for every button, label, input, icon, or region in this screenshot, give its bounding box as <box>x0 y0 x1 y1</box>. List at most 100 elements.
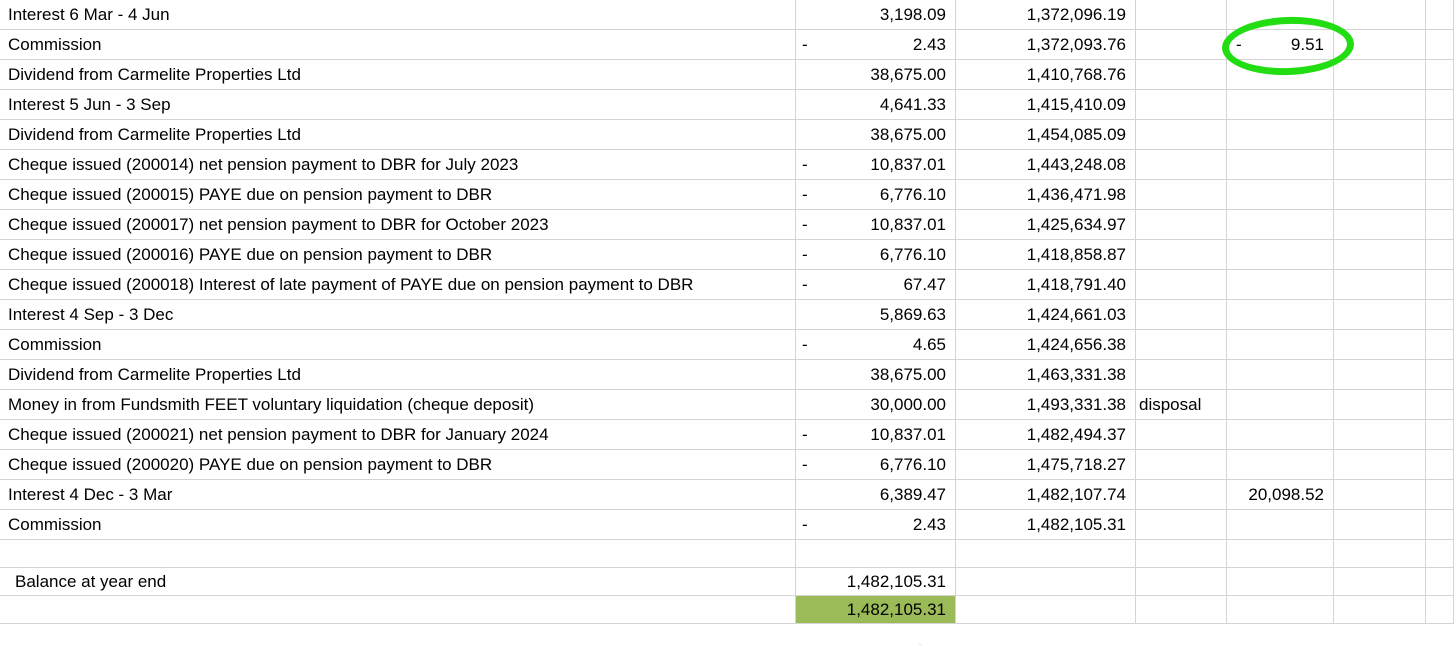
description-cell[interactable]: Dividend from Carmelite Properties Ltd <box>0 60 796 90</box>
note-cell[interactable] <box>1136 510 1227 540</box>
extra-cell[interactable] <box>1227 450 1334 480</box>
amount-cell[interactable]: 4,641.33 <box>796 90 956 120</box>
note-cell[interactable] <box>1136 300 1227 330</box>
cell[interactable] <box>1136 568 1227 596</box>
description-cell[interactable]: Commission <box>0 30 796 60</box>
description-cell[interactable]: Money in from Fundsmith FEET voluntary l… <box>0 390 796 420</box>
cell[interactable] <box>0 540 796 568</box>
amount-cell[interactable]: - 4.65 <box>796 330 956 360</box>
description-cell[interactable]: Cheque issued (200020) PAYE due on pensi… <box>0 450 796 480</box>
cell[interactable] <box>1334 510 1426 540</box>
cell[interactable] <box>1426 240 1454 270</box>
extra-cell[interactable]: - 9.51 <box>1227 30 1334 60</box>
balance-cell[interactable]: 1,436,471.98 <box>956 180 1136 210</box>
balance-cell[interactable]: 1,415,410.09 <box>956 90 1136 120</box>
cell[interactable] <box>1227 540 1334 568</box>
cell[interactable] <box>1334 480 1426 510</box>
cell[interactable] <box>1426 510 1454 540</box>
extra-cell[interactable] <box>1227 360 1334 390</box>
balance-cell[interactable]: 1,443,248.08 <box>956 150 1136 180</box>
cell[interactable] <box>1426 150 1454 180</box>
cell[interactable] <box>1426 330 1454 360</box>
cell[interactable] <box>956 596 1136 624</box>
extra-cell[interactable] <box>1227 510 1334 540</box>
description-cell[interactable]: Cheque issued (200021) net pension payme… <box>0 420 796 450</box>
extra-cell[interactable] <box>1227 120 1334 150</box>
description-cell[interactable]: Commission <box>0 510 796 540</box>
balance-cell[interactable]: 1,418,858.87 <box>956 240 1136 270</box>
extra-cell[interactable] <box>1227 330 1334 360</box>
extra-cell[interactable] <box>1227 420 1334 450</box>
cell[interactable] <box>1136 596 1227 624</box>
cell[interactable] <box>1426 360 1454 390</box>
note-cell[interactable] <box>1136 0 1227 30</box>
balance-cell[interactable]: 1,463,331.38 <box>956 360 1136 390</box>
note-cell[interactable] <box>1136 360 1227 390</box>
cell[interactable] <box>1426 210 1454 240</box>
cell[interactable] <box>1334 390 1426 420</box>
balance-cell[interactable]: 1,424,661.03 <box>956 300 1136 330</box>
note-cell[interactable] <box>1136 180 1227 210</box>
amount-cell[interactable]: - 6,776.10 <box>796 450 956 480</box>
amount-cell[interactable]: 3,198.09 <box>796 0 956 30</box>
note-cell[interactable] <box>1136 30 1227 60</box>
cell[interactable] <box>1334 90 1426 120</box>
balance-cell[interactable]: 1,372,093.76 <box>956 30 1136 60</box>
extra-cell[interactable] <box>1227 390 1334 420</box>
extra-cell[interactable] <box>1227 240 1334 270</box>
note-cell[interactable] <box>1136 210 1227 240</box>
description-cell[interactable]: Cheque issued (200018) Interest of late … <box>0 270 796 300</box>
amount-cell[interactable]: 30,000.00 <box>796 390 956 420</box>
balance-cell[interactable]: 1,418,791.40 <box>956 270 1136 300</box>
extra-cell[interactable] <box>1227 0 1334 30</box>
balance-cell[interactable]: 1,482,105.31 <box>956 510 1136 540</box>
balance-cell[interactable]: 1,493,331.38 <box>956 390 1136 420</box>
cell[interactable] <box>1426 450 1454 480</box>
description-cell[interactable]: Cheque issued (200014) net pension payme… <box>0 150 796 180</box>
cell[interactable] <box>1426 60 1454 90</box>
cell[interactable] <box>1334 330 1426 360</box>
amount-cell[interactable]: 5,869.63 <box>796 300 956 330</box>
cell[interactable] <box>1426 30 1454 60</box>
extra-cell[interactable] <box>1227 270 1334 300</box>
cell[interactable] <box>1334 420 1426 450</box>
cell[interactable] <box>1426 420 1454 450</box>
amount-cell[interactable]: - 2.43 <box>796 510 956 540</box>
cell[interactable] <box>1334 300 1426 330</box>
cell[interactable] <box>1426 480 1454 510</box>
cell[interactable] <box>1334 270 1426 300</box>
cell[interactable] <box>1334 60 1426 90</box>
cell[interactable] <box>1426 0 1454 30</box>
cell[interactable] <box>1334 596 1426 624</box>
cell[interactable] <box>1334 30 1426 60</box>
note-cell[interactable] <box>1136 120 1227 150</box>
cell[interactable] <box>1334 180 1426 210</box>
cell[interactable] <box>1426 120 1454 150</box>
extra-cell[interactable] <box>1227 60 1334 90</box>
note-cell[interactable] <box>1136 480 1227 510</box>
balance-cell[interactable]: 1,482,107.74 <box>956 480 1136 510</box>
note-cell[interactable] <box>1136 420 1227 450</box>
note-cell[interactable] <box>1136 60 1227 90</box>
description-cell[interactable]: Cheque issued (200016) PAYE due on pensi… <box>0 240 796 270</box>
description-cell[interactable]: Cheque issued (200017) net pension payme… <box>0 210 796 240</box>
cell[interactable] <box>1426 180 1454 210</box>
balance-cell[interactable]: 1,410,768.76 <box>956 60 1136 90</box>
note-cell[interactable] <box>1136 150 1227 180</box>
description-cell[interactable]: Interest 4 Sep - 3 Dec <box>0 300 796 330</box>
extra-cell[interactable]: 20,098.52 <box>1227 480 1334 510</box>
cell[interactable] <box>1334 450 1426 480</box>
cell[interactable] <box>1334 0 1426 30</box>
cell[interactable] <box>1227 596 1334 624</box>
description-cell[interactable]: Interest 5 Jun - 3 Sep <box>0 90 796 120</box>
note-cell[interactable] <box>1136 90 1227 120</box>
cell[interactable] <box>1334 150 1426 180</box>
description-cell[interactable]: Commission <box>0 330 796 360</box>
cell[interactable] <box>1426 596 1454 624</box>
check-value-cell[interactable]: 1,482,105.31 <box>796 596 956 624</box>
amount-cell[interactable]: - 10,837.01 <box>796 210 956 240</box>
description-cell[interactable]: Dividend from Carmelite Properties Ltd <box>0 360 796 390</box>
cell[interactable] <box>1426 300 1454 330</box>
amount-cell[interactable]: 38,675.00 <box>796 360 956 390</box>
cell[interactable] <box>1334 360 1426 390</box>
